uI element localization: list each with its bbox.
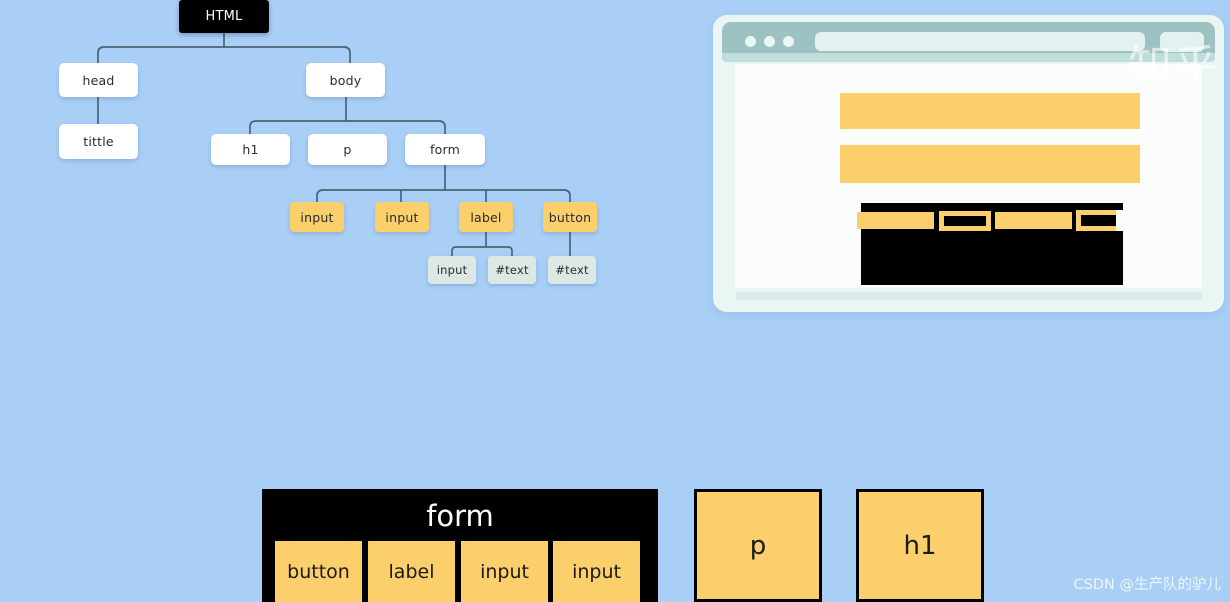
block-form-container: form button label input input [262,489,658,602]
csdn-watermark: CSDN @生产队的驴儿 [1073,577,1221,593]
tree-node-tittle: tittle [59,124,138,159]
tree-node-input-3: input [428,256,476,284]
zhihu-watermark: 知乎 [1128,41,1218,92]
browser-page-content [735,64,1202,288]
tree-node-input-1: input [290,202,344,232]
diagram-canvas: HTML head tittle body h1 p form input in… [0,0,1230,602]
page-form-input-filled-1[interactable] [857,212,934,229]
tree-node-form: form [405,134,485,165]
block-form-title: form [426,499,494,533]
tree-node-button: button [543,202,597,232]
tree-node-h1: h1 [211,134,290,165]
block-form-child-button: button [275,541,362,602]
tree-node-p: p [308,134,387,165]
block-form-child-label: label [368,541,455,602]
window-close-dot-icon[interactable] [745,36,756,47]
window-maximize-dot-icon[interactable] [783,36,794,47]
tree-node-html: HTML [179,0,269,33]
block-p: p [694,489,822,602]
tree-node-label: label [459,202,513,232]
address-bar[interactable] [815,32,1145,51]
tree-node-head: head [59,63,138,97]
tree-node-input-2: input [375,202,429,232]
block-form-child-input-1: input [461,541,548,602]
page-form-input-outlined-2[interactable] [1076,210,1129,231]
window-minimize-dot-icon[interactable] [764,36,775,47]
page-form-input-filled-2[interactable] [995,212,1072,229]
page-heading-bar [840,93,1140,129]
tree-node-text-1: #text [488,256,536,284]
browser-window-mockup: 知乎 [713,15,1224,312]
block-form-child-input-2: input [553,541,640,602]
box-model-illustration: form button label input input p h1 [0,489,1230,602]
block-h1: h1 [856,489,984,602]
tree-node-text-2: #text [548,256,596,284]
horizontal-scrollbar[interactable] [735,292,1202,300]
outlined-input-overflow [1116,210,1129,231]
page-form-input-outlined-1[interactable] [939,211,991,231]
tree-node-body: body [306,63,385,97]
page-paragraph-bar [840,145,1140,183]
